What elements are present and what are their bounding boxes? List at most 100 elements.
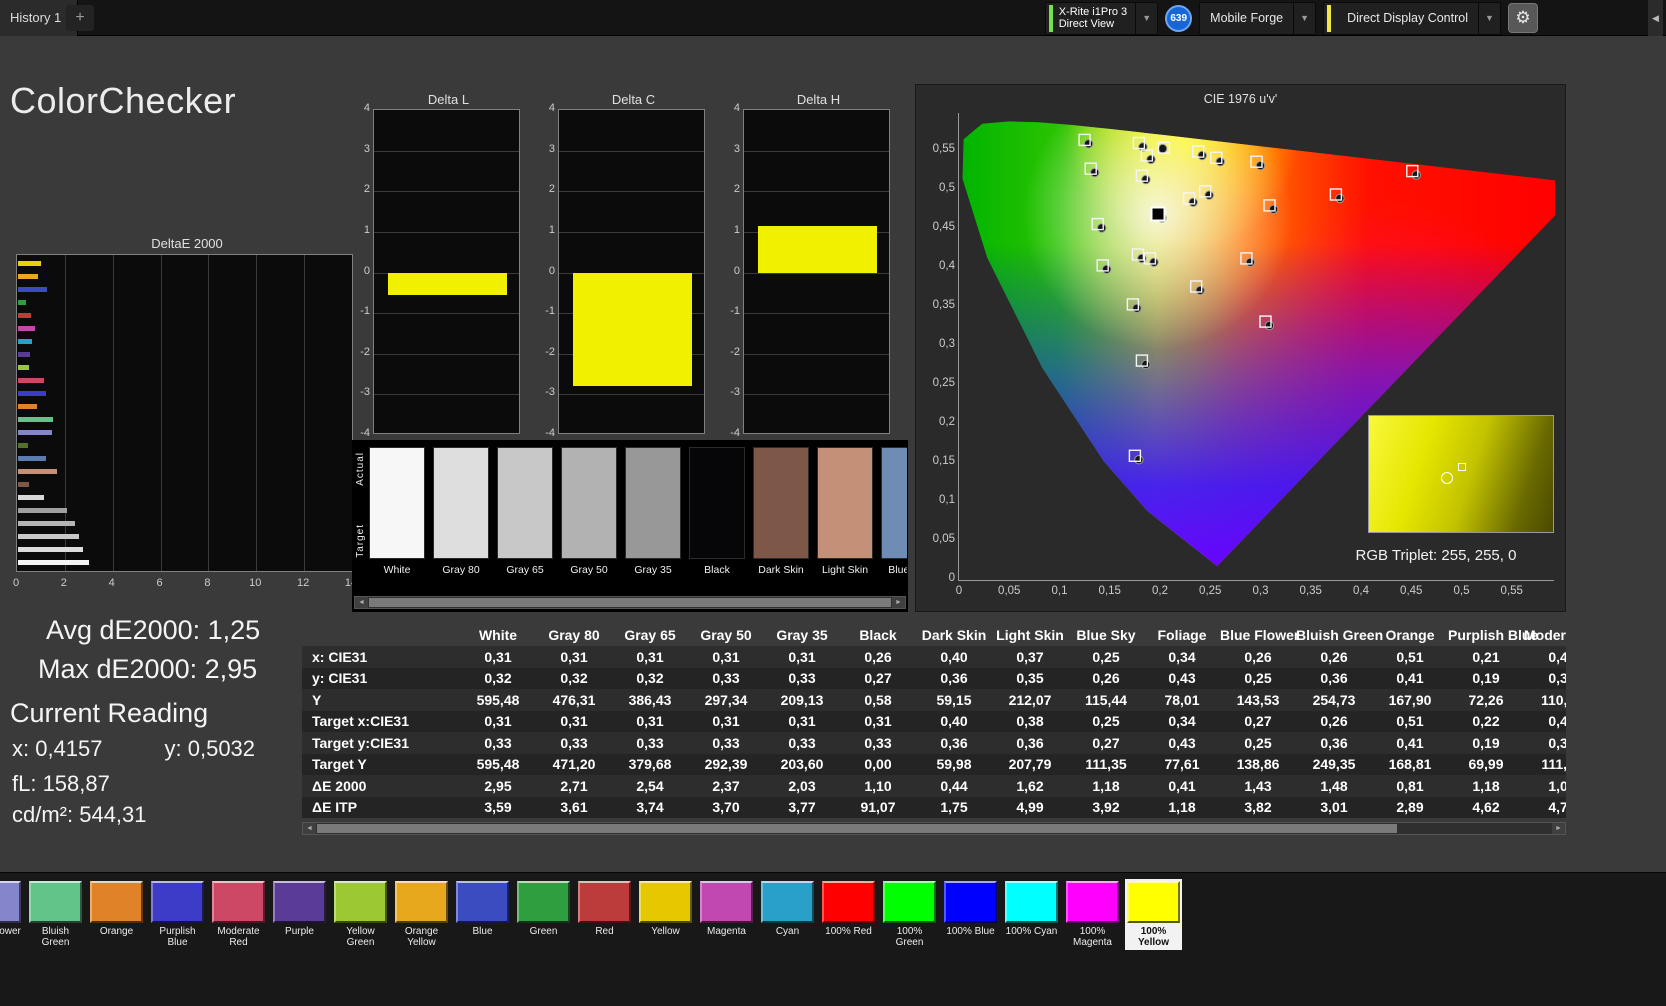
delta-h-bar xyxy=(758,225,877,273)
swatch-color xyxy=(433,447,489,559)
patch-orange-yellow[interactable]: Orange Yellow xyxy=(393,879,450,950)
scrollbar-thumb[interactable] xyxy=(369,598,891,607)
scroll-right-icon[interactable]: ► xyxy=(1552,823,1565,834)
delta-y-tick-label: 2 xyxy=(548,183,555,196)
patch-color xyxy=(1127,881,1180,923)
table-cell: 0,31 xyxy=(560,648,588,665)
chevron-down-icon[interactable]: ▼ xyxy=(1135,1,1157,35)
patch-blue-flower[interactable]: Blue Flower xyxy=(0,879,23,950)
cie-y-tick-label: 0,5 xyxy=(939,182,955,194)
patch-yellow-green[interactable]: Yellow Green xyxy=(332,879,389,950)
table-row-e-2000: ΔE 2000 2,95 2,71 2,54 2,37 2,03 1,10 0,44 1,62 1… xyxy=(302,775,1566,797)
table-cell: 0,25 xyxy=(1244,734,1272,751)
patch-bluish-green[interactable]: Bluish Green xyxy=(27,879,84,950)
swatch-dark-skin[interactable]: Dark Skin xyxy=(753,447,809,593)
delta-h-chart: Delta H 4 3 2 1 0 -1 -2 -3 -4 xyxy=(722,92,894,444)
patch-magenta[interactable]: Magenta xyxy=(698,879,755,950)
swatch-color xyxy=(625,447,681,559)
table-cell: 0,26 xyxy=(1244,648,1272,665)
delta-gridline xyxy=(374,394,519,396)
measured-point-magenta xyxy=(1245,257,1256,268)
delta-gridline xyxy=(744,272,889,274)
delta-y-tick-label: -3 xyxy=(360,386,370,399)
patch-label: Magenta xyxy=(707,926,746,937)
table-cell: 0,51 xyxy=(1396,713,1424,730)
calman-window: History 1 + X-Rite i1Pro 3 Direct View ▼… xyxy=(0,0,1666,1006)
patch-purplish-blue[interactable]: Purplish Blue xyxy=(149,879,206,950)
patch-100-blue[interactable]: 100% Blue xyxy=(942,879,999,950)
measured-point-orange-yellow xyxy=(1215,157,1225,167)
table-cell: 3,70 xyxy=(712,799,740,816)
pattern-source-selector[interactable]: Mobile Forge ▼ xyxy=(1199,1,1317,35)
patch-label: 100% Cyan xyxy=(1005,926,1058,937)
patch-yellow[interactable]: Yellow xyxy=(637,879,694,950)
deltae-bar-moderate-red xyxy=(18,378,44,383)
deltae-gridline xyxy=(160,255,162,571)
table-cell: 143,53 xyxy=(1236,691,1280,708)
deltae-bar-orange-yellow xyxy=(18,274,39,279)
scroll-left-icon[interactable]: ◄ xyxy=(303,823,316,834)
swatch-white[interactable]: White xyxy=(369,447,425,593)
delta-y-tick-label: 2 xyxy=(363,183,370,196)
scrollbar-thumb[interactable] xyxy=(317,824,1397,833)
patch-cyan[interactable]: Cyan xyxy=(759,879,816,950)
collapse-panel-icon[interactable]: ◀ xyxy=(1648,0,1663,36)
meter-selector[interactable]: X-Rite i1Pro 3 Direct View ▼ xyxy=(1044,1,1159,35)
swatch-gray-65[interactable]: Gray 65 xyxy=(497,447,553,593)
delta-c-bar xyxy=(573,272,692,387)
deltae-bar-yellow-green xyxy=(18,365,29,370)
table-cell: 1,48 xyxy=(1320,777,1348,794)
patch-100-magenta[interactable]: 100% Magenta xyxy=(1064,879,1121,950)
deltae-gridline xyxy=(112,255,114,571)
table-cell: 379,68 xyxy=(628,756,672,773)
measured-point-moderate-red xyxy=(1268,204,1279,215)
chevron-down-icon[interactable]: ▼ xyxy=(1478,1,1500,35)
patch-moderate-red[interactable]: Moderate Red xyxy=(210,879,267,950)
table-cell: 0,31 xyxy=(1548,670,1566,687)
patch-blue[interactable]: Blue xyxy=(454,879,511,950)
swatch-blue-sky[interactable]: Blue Sky xyxy=(881,447,907,593)
patch-label: Green xyxy=(529,926,558,937)
table-cell: 0,00 xyxy=(864,756,892,773)
column-header-gray-35: Gray 35 xyxy=(776,627,828,643)
table-scrollbar[interactable]: ◄ ► xyxy=(302,822,1566,835)
patch-100-yellow[interactable]: 100% Yellow xyxy=(1125,879,1182,950)
patch-purple[interactable]: Purple xyxy=(271,879,328,950)
patch-100-red[interactable]: 100% Red xyxy=(820,879,877,950)
swatch-black[interactable]: Black xyxy=(689,447,745,593)
patch-100-cyan[interactable]: 100% Cyan xyxy=(1003,879,1060,950)
avg-de2000-stat: Avg dE2000: 1,25 xyxy=(46,615,261,645)
table-cell: 0,41 xyxy=(1168,777,1196,794)
deltae-gridline xyxy=(256,255,258,571)
swatch-gray-50[interactable]: Gray 50 xyxy=(561,447,617,593)
patch-100-green[interactable]: 100% Green xyxy=(881,879,938,950)
add-tab-button[interactable]: + xyxy=(66,5,94,31)
gear-icon[interactable]: ⚙ xyxy=(1508,3,1538,33)
patch-orange[interactable]: Orange xyxy=(88,879,145,950)
row-label: y: CIE31 xyxy=(312,670,368,687)
chevron-down-icon[interactable]: ▼ xyxy=(1293,1,1315,35)
measured-point-100-red xyxy=(1411,170,1421,180)
swatch-light-skin[interactable]: Light Skin xyxy=(817,447,873,593)
scroll-left-icon[interactable]: ◄ xyxy=(355,597,368,608)
cie-x-tick-label: 0 xyxy=(955,585,963,597)
swatch-label: Gray 65 xyxy=(506,564,544,576)
patch-label: Orange xyxy=(99,926,134,937)
patch-red[interactable]: Red xyxy=(576,879,633,950)
row-label: ΔE 2000 xyxy=(312,777,367,794)
delta-y-tick-label: 4 xyxy=(363,102,370,114)
scroll-right-icon[interactable]: ► xyxy=(892,597,905,608)
patch-green[interactable]: Green xyxy=(515,879,572,950)
table-cell: 72,26 xyxy=(1468,691,1504,708)
patch-label: Purplish Blue xyxy=(159,926,196,948)
row-label: Target x:CIE31 xyxy=(312,713,409,730)
swatch-gray-35[interactable]: Gray 35 xyxy=(625,447,681,593)
display-control-label: Direct Display Control xyxy=(1347,11,1468,25)
column-header-light-skin: Light Skin xyxy=(996,627,1064,643)
patch-color xyxy=(578,881,631,923)
display-control-selector[interactable]: Direct Display Control ▼ xyxy=(1323,1,1501,35)
swatch-scrollbar[interactable]: ◄ ► xyxy=(354,596,906,609)
cie-x-tick-label: 0,25 xyxy=(1199,585,1222,597)
swatch-gray-80[interactable]: Gray 80 xyxy=(433,447,489,593)
delta-y-tick-label: -1 xyxy=(545,305,555,318)
